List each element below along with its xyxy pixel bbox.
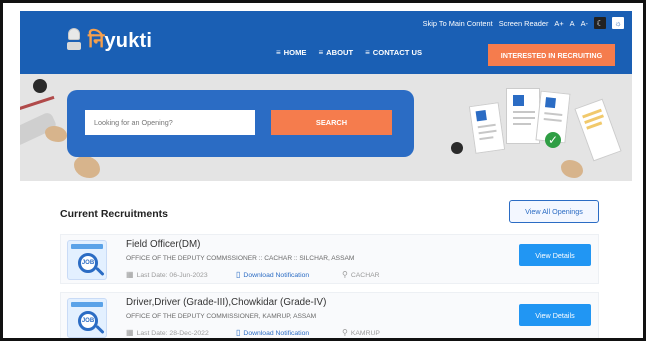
- view-details-button[interactable]: View Details: [519, 304, 591, 326]
- browser-viewport: Skip To Main Content Screen Reader A+ A …: [0, 0, 646, 341]
- nav-home-label: HOME: [283, 48, 307, 57]
- utility-bar: Skip To Main Content Screen Reader A+ A …: [417, 15, 624, 31]
- nav-about[interactable]: ≡ ABOUT: [318, 48, 353, 57]
- site-header: Skip To Main Content Screen Reader A+ A …: [20, 11, 632, 74]
- screen-reader-link[interactable]: Screen Reader: [499, 19, 549, 28]
- view-all-openings-button[interactable]: View All Openings: [509, 200, 599, 223]
- section-title: Current Recruitments: [60, 208, 168, 220]
- download-notification-link[interactable]: ▯ Download Notification: [236, 329, 342, 337]
- logo-text: yukti: [104, 30, 153, 52]
- nav-contact-label: CONTACT US: [372, 48, 423, 57]
- location: ⚲ CACHAR: [342, 271, 380, 279]
- document-icon: ▯: [236, 270, 241, 279]
- ink-blot-decoration: [33, 79, 47, 93]
- job-office: OFFICE OF THE DEPUTY COMMSSIONER :: CACH…: [126, 255, 355, 262]
- hand-decoration: [45, 126, 67, 142]
- resume-paper-decoration: [574, 98, 622, 162]
- ink-blot-decoration: [451, 142, 463, 154]
- menu-icon: ≡: [365, 48, 370, 57]
- moon-icon[interactable]: ☾: [594, 17, 606, 29]
- download-notification-link[interactable]: ▯ Download Notification: [236, 271, 342, 279]
- job-card: JOB Field Officer(DM) OFFICE OF THE DEPU…: [60, 234, 599, 284]
- calendar-icon: ▦: [126, 328, 134, 337]
- check-icon: ✓: [545, 132, 561, 148]
- last-date-text: Last Date: 28-Dec-2022: [136, 329, 209, 337]
- location: ⚲ KAMRUP: [342, 329, 380, 337]
- job-title[interactable]: Field Officer(DM): [126, 239, 200, 250]
- job-icon-label: JOB: [78, 253, 98, 273]
- national-emblem-icon: [66, 27, 82, 52]
- job-title[interactable]: Driver,Driver (Grade-III),Chowkidar (Gra…: [126, 297, 326, 308]
- hand-decoration: [561, 160, 583, 178]
- font-decrease-button[interactable]: A-: [581, 19, 588, 28]
- job-search-icon: JOB: [67, 298, 107, 338]
- search-input[interactable]: [85, 110, 255, 135]
- job-search-icon: JOB: [67, 240, 107, 280]
- logo-prefix: नि: [88, 30, 105, 52]
- resume-paper-decoration: [468, 102, 506, 154]
- nav-home[interactable]: ≡ HOME: [276, 48, 306, 57]
- calendar-icon: ▦: [126, 270, 134, 279]
- search-panel: SEARCH: [67, 90, 414, 157]
- job-meta: ▦ Last Date: 28-Dec-2022 ▯ Download Noti…: [126, 329, 380, 337]
- font-normal-button[interactable]: A: [570, 19, 575, 28]
- map-pin-icon: ⚲: [342, 270, 348, 279]
- job-card: JOB Driver,Driver (Grade-III),Chowkidar …: [60, 292, 599, 338]
- sun-icon[interactable]: ☼: [612, 17, 624, 29]
- view-details-button[interactable]: View Details: [519, 244, 591, 266]
- nav-contact[interactable]: ≡ CONTACT US: [365, 48, 422, 57]
- font-increase-button[interactable]: A+: [554, 19, 563, 28]
- download-notification-label: Download Notification: [243, 271, 310, 279]
- job-icon-label: JOB: [78, 311, 98, 331]
- hand-decoration: [74, 156, 100, 178]
- menu-icon: ≡: [318, 48, 324, 57]
- skip-to-main-link[interactable]: Skip To Main Content: [423, 19, 493, 28]
- location-text: CACHAR: [350, 271, 380, 279]
- main-nav: ≡ HOME ≡ ABOUT ≡ CONTACT US: [276, 48, 422, 57]
- nav-about-label: ABOUT: [326, 48, 354, 57]
- site-logo[interactable]: निyukti: [66, 26, 152, 53]
- logo-wordmark: निyukti: [88, 26, 152, 53]
- map-pin-icon: ⚲: [342, 328, 348, 337]
- last-date: ▦ Last Date: 06-Jun-2023: [126, 271, 236, 279]
- interested-in-recruiting-button[interactable]: INTERESTED IN RECRUITING: [488, 44, 615, 66]
- hero-banner: SEARCH ✓: [20, 74, 632, 181]
- last-date: ▦ Last Date: 28-Dec-2022: [126, 329, 236, 337]
- download-notification-label: Download Notification: [243, 329, 310, 337]
- job-office: OFFICE OF THE DEPUTY COMMISSIONER, KAMRU…: [126, 313, 317, 320]
- pen-decoration: [20, 95, 55, 112]
- last-date-text: Last Date: 06-Jun-2023: [136, 271, 208, 279]
- job-meta: ▦ Last Date: 06-Jun-2023 ▯ Download Noti…: [126, 271, 380, 279]
- document-icon: ▯: [236, 328, 241, 337]
- location-text: KAMRUP: [350, 329, 380, 337]
- menu-icon: ≡: [276, 48, 281, 57]
- search-button[interactable]: SEARCH: [271, 110, 392, 135]
